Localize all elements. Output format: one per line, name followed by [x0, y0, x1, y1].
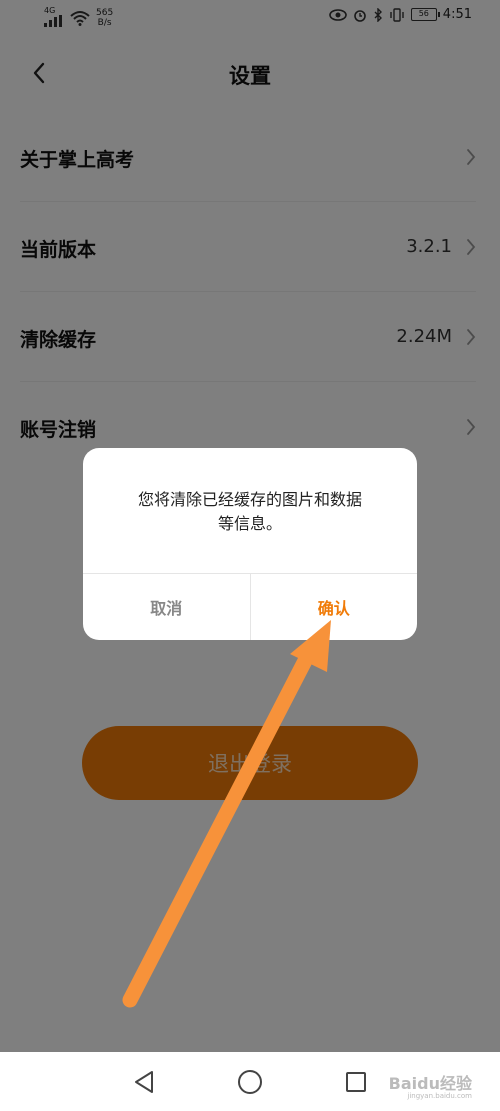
nav-home-button[interactable]: [234, 1066, 266, 1098]
square-recents-icon: [346, 1072, 366, 1092]
triangle-back-icon: [135, 1071, 153, 1093]
nav-recents-button[interactable]: [340, 1066, 372, 1098]
circle-home-icon: [238, 1070, 262, 1094]
system-nav-bar: Baidu经验 jingyan.baidu.com: [0, 1052, 500, 1111]
baidu-watermark: Baidu经验 jingyan.baidu.com: [388, 1074, 472, 1100]
dialog-message: 您将清除已经缓存的图片和数据 等信息。: [137, 490, 362, 533]
confirm-button[interactable]: 确认: [251, 574, 418, 640]
cancel-button[interactable]: 取消: [83, 574, 251, 640]
dialog-actions: 取消 确认: [83, 573, 417, 640]
clear-cache-dialog: 您将清除已经缓存的图片和数据 等信息。 取消 确认: [83, 448, 417, 640]
nav-back-button[interactable]: [128, 1066, 160, 1098]
